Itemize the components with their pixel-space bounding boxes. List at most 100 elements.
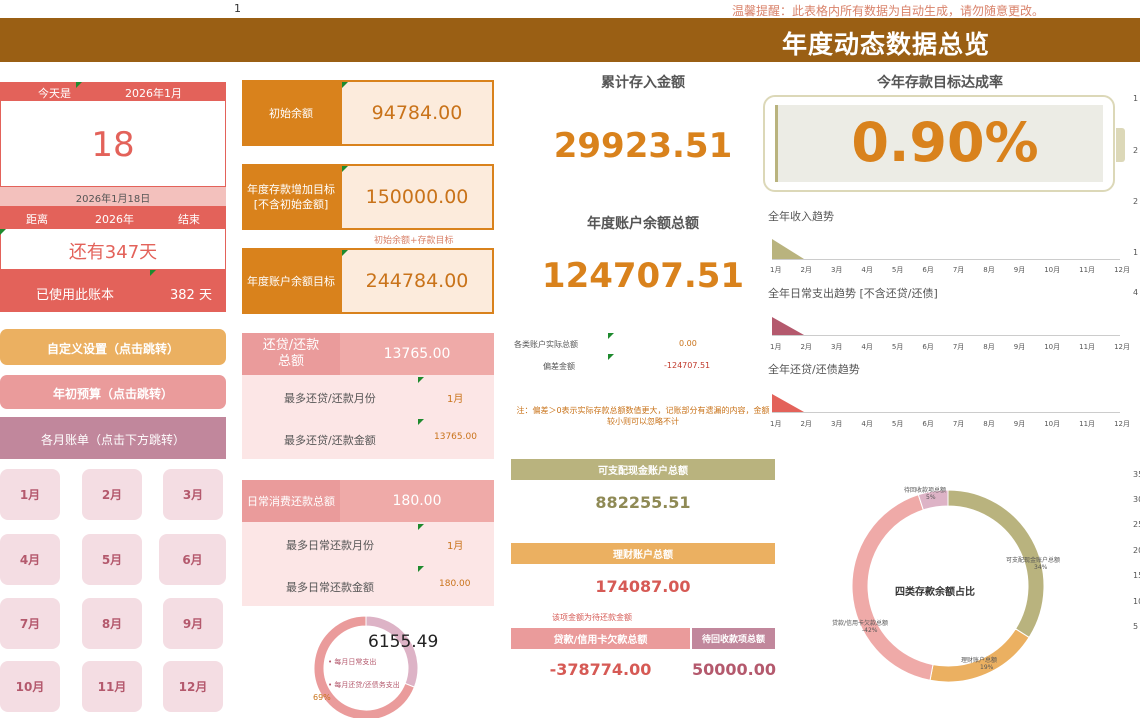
- axis-tick-label: 30: [1133, 495, 1140, 504]
- spending-legend-repay: • 每月还贷/还债务支出: [328, 681, 400, 689]
- axis-tick-label: 25: [1133, 520, 1140, 529]
- month-button-5[interactable]: 5月: [82, 534, 142, 585]
- month-button-11[interactable]: 11月: [82, 661, 142, 712]
- income-trend-title: 全年收入趋势: [768, 210, 834, 223]
- axis-tick-label: 5: [1133, 622, 1139, 631]
- expense-trend-title: 全年日常支出趋势 [不含还贷/还债]: [768, 287, 938, 300]
- loan-value: -378774.00: [549, 660, 652, 679]
- loan-note: 该项金额为待还款金额: [552, 613, 632, 622]
- daily-total-value: 180.00: [340, 480, 494, 522]
- goal-battery-fill: [775, 105, 778, 182]
- month-tick-label: 11月: [1079, 343, 1096, 351]
- month-tick-label: 8月: [983, 420, 995, 428]
- annual-target-label: 年度存款增加目标 [不含初始金额]: [242, 164, 340, 230]
- month-tick-label: 5月: [891, 343, 904, 351]
- month-tick-label: 12月: [1114, 266, 1130, 274]
- actual-total-label: 各类账户实际总额: [514, 340, 578, 349]
- monthly-bills-button[interactable]: 各月账单（点击下方跳转）: [0, 417, 226, 459]
- banner: 年度动态数据总览: [0, 18, 1140, 62]
- month-tick-label: 11月: [1079, 266, 1096, 274]
- month-button-9[interactable]: 9月: [163, 598, 223, 649]
- month-tick-label: 12月: [1114, 420, 1130, 428]
- month-button-4[interactable]: 4月: [0, 534, 60, 585]
- expense-month-axis: 1月 2月 3月 4月 5月 6月 7月 8月 9月 10月 11月 12月: [770, 342, 1130, 352]
- spending-legend-daily: • 每月日常支出: [328, 658, 377, 666]
- today-band: 今天是 2026年1月: [0, 82, 226, 101]
- donut-label-loan: 贷款/信用卡欠款总额: [832, 620, 889, 627]
- month-button-7[interactable]: 7月: [0, 598, 60, 649]
- daily-max-amount-value: 180.00: [439, 579, 471, 589]
- donut-pct-disposable: 34%: [1034, 564, 1048, 571]
- month-tick-label: 6月: [922, 420, 934, 428]
- month-tick-label: 9月: [1013, 343, 1026, 351]
- axis-tick-label: 20: [1133, 546, 1140, 555]
- donut-label-invest: 理财账户总额: [961, 657, 998, 664]
- month-button-2[interactable]: 2月: [82, 469, 142, 520]
- axis-tick-label: 4: [1133, 288, 1139, 297]
- month-button-8[interactable]: 8月: [82, 598, 142, 649]
- receivable-value: 50000.00: [692, 660, 777, 679]
- month-tick-label: 4月: [861, 266, 873, 274]
- cell-marker-icon: [608, 333, 614, 339]
- month-button-12[interactable]: 12月: [163, 661, 223, 712]
- month-tick-label: 9月: [1013, 420, 1026, 428]
- cell-marker-icon: [342, 82, 348, 88]
- donut-label-disposable: 可支配现金账户总额: [1006, 557, 1061, 564]
- spending-donut-center: 6155.49: [368, 632, 439, 652]
- cell-marker-icon: [76, 82, 82, 88]
- month-button-6[interactable]: 6月: [159, 534, 226, 585]
- repay-axis: [772, 412, 1120, 413]
- axis-tick-label: 10: [1133, 597, 1140, 606]
- cell-marker-icon: [342, 250, 348, 256]
- cell-marker-icon: [0, 229, 6, 235]
- month-tick-label: 7月: [952, 343, 965, 351]
- goal-battery: 0.90%: [763, 95, 1115, 192]
- month-tick-label: 7月: [952, 420, 965, 428]
- donut-pct-receivable: 5%: [926, 494, 936, 501]
- axis-tick-label: 2: [1133, 146, 1139, 155]
- disposable-header: 可支配现金账户总额: [511, 459, 775, 480]
- deviation-note: 注：偏差＞0表示实际存款总额数值更大，记账部分有遗漏的内容，金额较小则可以忽略不…: [516, 406, 770, 426]
- cell-marker-icon: [418, 566, 424, 572]
- axis-tick-label: 15: [1133, 571, 1140, 580]
- battery-cap-icon: [1116, 128, 1125, 162]
- month-tick-label: 10月: [1044, 266, 1061, 274]
- month-tick-label: 12月: [1114, 343, 1130, 351]
- axis-tick-label: 35: [1133, 470, 1140, 479]
- repay-max-month-label: 最多还贷/还款月份: [284, 392, 376, 405]
- month-tick-label: 8月: [983, 266, 995, 274]
- used-days-bar: 已使用此账本 382 天: [0, 270, 226, 312]
- initial-balance-label: 初始余额: [242, 80, 340, 146]
- deposit-title: 累计存入金额: [601, 75, 685, 91]
- daily-max-month-value: 1月: [447, 541, 464, 552]
- invest-value: 174087.00: [595, 577, 691, 596]
- distance-year: 2026年: [95, 213, 134, 226]
- month-tick-label: 4月: [861, 420, 873, 428]
- annual-budget-button[interactable]: 年初预算（点击跳转）: [0, 375, 226, 409]
- month-tick-label: 10月: [1044, 420, 1061, 428]
- month-button-10[interactable]: 10月: [0, 661, 60, 712]
- cell-number: 1: [234, 2, 241, 15]
- month-button-1[interactable]: 1月: [0, 469, 60, 520]
- current-day: 18: [91, 125, 135, 165]
- month-tick-label: 2月: [800, 343, 812, 351]
- distance-label: 距离: [26, 213, 48, 226]
- daily-detail: 最多日常还款月份 1月 最多日常还款金额 180.00: [242, 522, 494, 606]
- spending-pct-label: 69%: [313, 693, 331, 702]
- page-title: 年度动态数据总览: [782, 30, 991, 59]
- month-button-3[interactable]: 3月: [163, 469, 223, 520]
- target-note: 初始余额+存款目标: [374, 236, 454, 246]
- deviation-value: -124707.51: [664, 361, 711, 370]
- distance-end: 结束: [178, 213, 200, 226]
- invest-header: 理财账户总额: [511, 543, 775, 564]
- repay-max-amount-value: 13765.00: [434, 432, 477, 442]
- month-tick-label: 4月: [861, 343, 873, 351]
- donut-pct-loan: -42%: [862, 627, 878, 634]
- daily-max-amount-label: 最多日常还款金额: [286, 581, 374, 594]
- custom-settings-button[interactable]: 自定义设置（点击跳转）: [0, 329, 226, 365]
- income-axis: [772, 259, 1120, 260]
- day-box: 18: [0, 101, 226, 187]
- cell-marker-icon: [418, 377, 424, 383]
- annual-target-value: 150000.00: [340, 164, 494, 230]
- today-label: 今天是: [38, 87, 71, 100]
